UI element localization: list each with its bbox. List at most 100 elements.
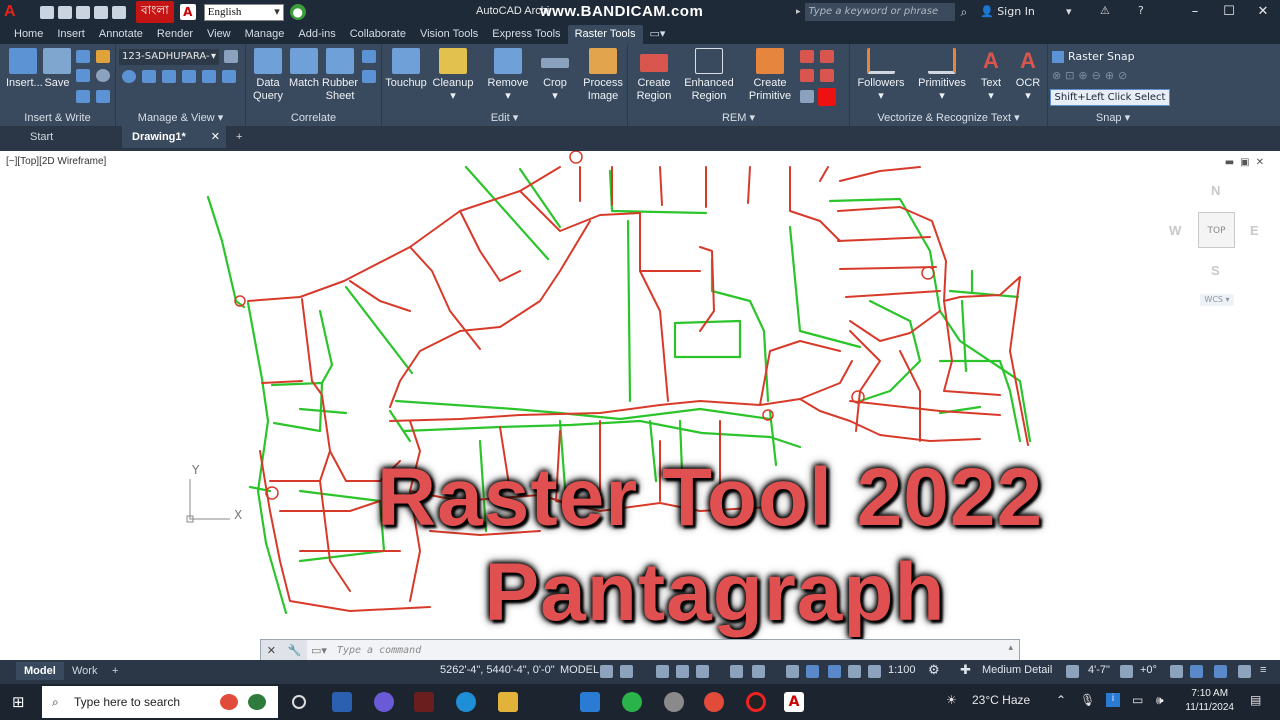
tab-annotate[interactable]: Annotate (92, 25, 150, 44)
process-image-button[interactable]: Process Image (582, 48, 624, 103)
tab-insert[interactable]: Insert (50, 25, 92, 44)
viewcube-north[interactable]: N (1211, 183, 1220, 198)
search-icon[interactable]: ⌕ (961, 5, 968, 20)
image-export-icon[interactable] (76, 90, 90, 103)
view-icon-1[interactable] (142, 70, 156, 83)
view-icon-5[interactable] (222, 70, 236, 83)
model-tab[interactable]: Model (16, 662, 64, 680)
tab-collaborate[interactable]: Collaborate (343, 25, 413, 44)
image-star-icon[interactable] (96, 50, 110, 63)
weather-icon[interactable]: ☀ (946, 693, 957, 707)
view-icon-3[interactable] (182, 70, 196, 83)
group-label-edit[interactable]: Edit ▾ (382, 111, 627, 124)
followers-button[interactable]: Followers ▾ (856, 48, 906, 103)
tab-raster-tools[interactable]: Raster Tools (567, 25, 643, 44)
maximize-icon[interactable]: ☐ (1212, 0, 1246, 24)
close-tab-icon[interactable]: ✕ (211, 126, 220, 148)
app-icon-1[interactable] (414, 692, 434, 712)
group-label-snap[interactable]: Snap ▾ (1048, 111, 1178, 124)
word-icon[interactable] (332, 692, 352, 712)
help-icon[interactable]: ? (1138, 4, 1144, 17)
autocad-taskbar-icon[interactable]: A (784, 692, 804, 712)
image-select[interactable]: 123-SADHUPARA- ▾ (119, 49, 219, 65)
new-file-icon[interactable] (40, 5, 54, 19)
grid-icon[interactable] (600, 665, 613, 678)
enhanced-region-button[interactable]: Enhanced Region (684, 48, 734, 103)
drawing-canvas[interactable]: [−][Top][2D Wireframe] ▬▣✕ Y X N W E S T… (0, 148, 1280, 660)
match-button[interactable]: Match (288, 48, 320, 90)
tab-add-ins[interactable]: Add-ins (291, 25, 342, 44)
viewcube-east[interactable]: E (1250, 223, 1259, 238)
rem-icon-3[interactable] (800, 69, 814, 82)
annotation-visibility-icon[interactable] (828, 665, 841, 678)
data-query-button[interactable]: Data Query (252, 48, 284, 103)
close-icon[interactable]: ✕ (1246, 0, 1280, 24)
tab-express-tools[interactable]: Express Tools (485, 25, 567, 44)
view-icon-4[interactable] (202, 70, 216, 83)
weather-text[interactable]: 23°C Haze (972, 693, 1030, 707)
view-icon-2[interactable] (162, 70, 176, 83)
tab-overflow-icon[interactable]: ▭▾ (643, 25, 673, 44)
work-tab[interactable]: Work (64, 662, 105, 680)
create-primitive-button[interactable]: Create Primitive (744, 48, 796, 103)
volume-icon[interactable]: 🕪 (1156, 693, 1164, 708)
shift-left-click-select-button[interactable]: Shift+Left Click Select (1050, 89, 1170, 106)
fullscreen-icon[interactable] (1238, 665, 1251, 678)
close-command-icon[interactable]: ✕ (267, 644, 276, 657)
raster-snap-toggle[interactable]: Raster Snap (1052, 50, 1135, 63)
cleanup-button[interactable]: Cleanup ▾ (432, 48, 474, 103)
wrench-icon[interactable]: 🔧 (288, 644, 302, 657)
save-icon[interactable] (76, 5, 90, 19)
isolate-icon[interactable] (1214, 665, 1227, 678)
rem-icon-5[interactable] (800, 90, 814, 103)
annotation-scale-select[interactable]: 1:100 (888, 664, 916, 676)
wcs-menu[interactable]: WCS ▾ (1200, 294, 1234, 306)
elevation-readout[interactable]: 4'-7" (1088, 664, 1110, 676)
bangla-keyboard-badge[interactable]: বাংলা (136, 1, 174, 23)
dynamic-input-icon[interactable] (676, 665, 689, 678)
polar-tracking-icon[interactable] (730, 665, 743, 678)
object-snap-icon[interactable] (806, 665, 819, 678)
auto-scale-icon[interactable] (848, 665, 861, 678)
text-button[interactable]: A Text ▾ (976, 48, 1006, 103)
remove-button[interactable]: Remove ▾ (486, 48, 530, 103)
clean-screen-icon[interactable] (1190, 665, 1203, 678)
touchup-button[interactable]: Touchup (384, 48, 428, 90)
primitives-button[interactable]: Primitives ▾ (916, 48, 968, 103)
autocad-logo-icon[interactable]: A (4, 1, 26, 23)
zoom-icon[interactable] (122, 70, 136, 83)
windows-start-icon[interactable]: ⊞ (12, 693, 25, 711)
chrome-icon[interactable] (704, 692, 724, 712)
color-swatch-red[interactable] (818, 88, 836, 106)
rem-icon-4[interactable] (820, 69, 834, 82)
microphone-icon[interactable]: 🎙 (1080, 693, 1095, 707)
viewcube-top-face[interactable]: TOP (1198, 212, 1235, 248)
task-view-icon[interactable] (292, 695, 306, 709)
correlate-icon-1[interactable] (362, 50, 376, 63)
add-icon[interactable]: ✚ (960, 662, 971, 678)
info-icon[interactable]: i (1106, 693, 1120, 707)
object-snap-tracking-icon[interactable] (786, 665, 799, 678)
group-label-manage-view[interactable]: Manage & View ▾ (116, 111, 245, 124)
isometric-icon[interactable] (752, 665, 765, 678)
rotation-readout[interactable]: +0° (1140, 664, 1157, 676)
bandicam-icon[interactable] (746, 692, 766, 712)
exchange-apps-icon[interactable]: ⚠ (1100, 4, 1110, 17)
open-folder-icon[interactable] (58, 5, 72, 19)
command-history-icon[interactable]: ▭▾ (311, 644, 327, 657)
copilot-icon[interactable] (374, 692, 394, 712)
taskbar-search-box[interactable]: ⌕ Type here to search (42, 686, 278, 718)
expand-arrow-icon[interactable]: ▸ (796, 7, 801, 17)
group-label-vectorize[interactable]: Vectorize & Recognize Text ▾ (850, 111, 1047, 124)
snap-mode-icon[interactable] (620, 665, 633, 678)
print-icon[interactable] (112, 5, 126, 19)
snap-mode-icons[interactable]: ⊗⊡⊕⊖⊕⊘ (1052, 69, 1131, 82)
image-manager-icon[interactable] (224, 50, 238, 63)
ocr-button[interactable]: A OCR ▾ (1012, 48, 1044, 103)
image-icon[interactable] (76, 50, 90, 63)
rem-icon-1[interactable] (800, 50, 814, 63)
globe-icon[interactable] (96, 69, 110, 82)
tab-home[interactable]: Home (7, 25, 50, 44)
notification-icon[interactable]: ▤ (1250, 693, 1261, 707)
isolate-objects-icon[interactable] (1066, 665, 1079, 678)
